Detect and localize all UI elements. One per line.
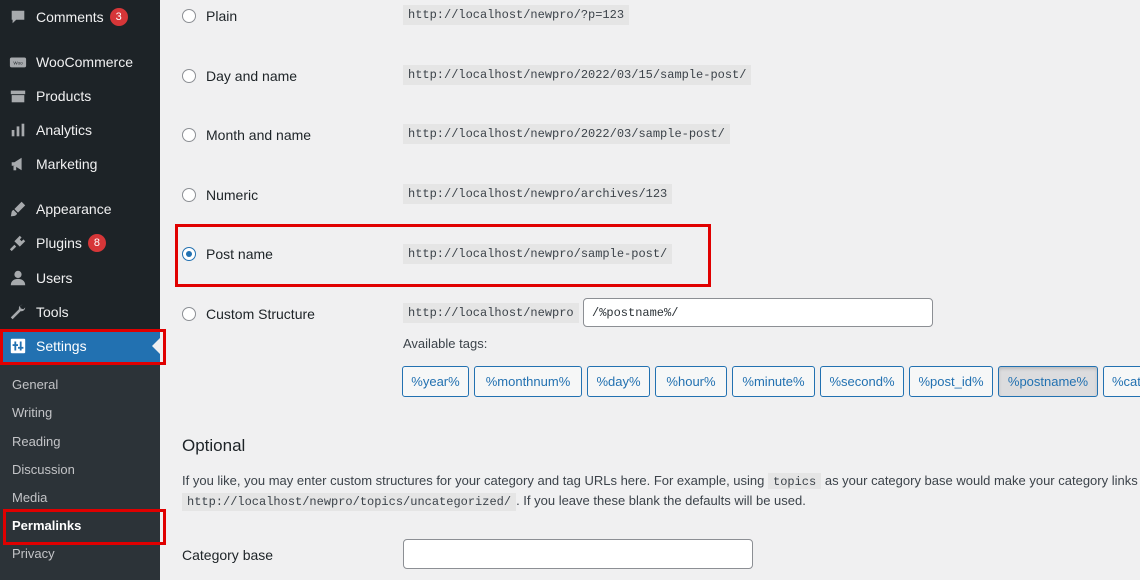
menu-settings[interactable]: Settings bbox=[0, 329, 160, 363]
menu-label: Marketing bbox=[36, 156, 98, 172]
settings-icon bbox=[8, 336, 28, 356]
available-tags-label: Available tags: bbox=[403, 336, 488, 351]
menu-products[interactable]: Products bbox=[0, 79, 160, 113]
description-text: . If you leave these blank the defaults … bbox=[516, 493, 806, 508]
plain-example-url: http://localhost/newpro/?p=123 bbox=[403, 5, 630, 25]
description-text: If you like, you may enter custom struct… bbox=[182, 473, 765, 488]
tag-hour-button[interactable]: %hour% bbox=[655, 366, 727, 397]
menu-analytics[interactable]: Analytics bbox=[0, 113, 160, 147]
menu-users[interactable]: Users bbox=[0, 261, 160, 295]
optional-section-title: Optional bbox=[182, 436, 246, 455]
option-day-and-name[interactable]: Day and name bbox=[182, 68, 297, 84]
option-label: Day and name bbox=[206, 68, 298, 84]
submenu-permalinks[interactable]: Permalinks bbox=[12, 518, 81, 533]
woo-icon: Woo bbox=[8, 52, 28, 72]
custom-structure-input[interactable]: /%postname%/ bbox=[583, 298, 933, 327]
megaphone-icon bbox=[8, 154, 28, 174]
option-custom-structure[interactable]: Custom Structure bbox=[182, 306, 315, 322]
tag-year-button[interactable]: %year% bbox=[402, 366, 469, 397]
radio-month-and-name[interactable] bbox=[182, 128, 196, 142]
numeric-example-url: http://localhost/newpro/archives/123 bbox=[403, 184, 673, 204]
category-base-input[interactable] bbox=[403, 539, 753, 569]
tag-category-button[interactable]: %cat bbox=[1103, 366, 1140, 397]
optional-description-line-2: http://localhost/newpro/topics/uncategor… bbox=[182, 493, 806, 511]
tag-postname-button[interactable]: %postname% bbox=[998, 366, 1098, 397]
menu-label: WooCommerce bbox=[36, 54, 133, 70]
topics-example-code: topics bbox=[768, 473, 822, 489]
description-text: as your category base would make your ca… bbox=[824, 473, 1140, 488]
submenu-media[interactable]: Media bbox=[12, 490, 47, 505]
option-label: Plain bbox=[206, 8, 238, 24]
tag-post-id-button[interactable]: %post_id% bbox=[909, 366, 993, 397]
menu-tools[interactable]: Tools bbox=[0, 295, 160, 329]
wrench-icon bbox=[8, 302, 28, 322]
menu-appearance[interactable]: Appearance bbox=[0, 192, 160, 226]
user-icon bbox=[8, 268, 28, 288]
submenu-reading[interactable]: Reading bbox=[12, 434, 60, 449]
tag-minute-button[interactable]: %minute% bbox=[732, 366, 815, 397]
category-example-url: http://localhost/newpro/topics/uncategor… bbox=[182, 493, 517, 511]
custom-structure-prefix: http://localhost/newpro bbox=[403, 303, 579, 323]
plug-icon bbox=[8, 233, 28, 253]
option-post-name[interactable]: Post name bbox=[182, 246, 273, 262]
menu-label: Plugins bbox=[36, 235, 82, 251]
radio-numeric[interactable] bbox=[182, 188, 196, 202]
active-menu-arrow bbox=[152, 338, 160, 354]
menu-marketing[interactable]: Marketing bbox=[0, 147, 160, 181]
menu-label: Settings bbox=[36, 338, 87, 354]
option-label: Post name bbox=[206, 246, 273, 262]
category-base-label: Category base bbox=[182, 547, 274, 563]
menu-plugins[interactable]: Plugins 8 bbox=[0, 226, 160, 260]
archive-icon bbox=[8, 86, 28, 106]
option-month-and-name[interactable]: Month and name bbox=[182, 127, 311, 143]
settings-submenu: General Writing Reading Discussion Media… bbox=[0, 364, 160, 580]
menu-label: Tools bbox=[36, 304, 69, 320]
post-name-example-url: http://localhost/newpro/sample-post/ bbox=[403, 244, 673, 264]
day-and-name-example-url: http://localhost/newpro/2022/03/15/sampl… bbox=[403, 65, 752, 85]
woo-icon-text: Woo bbox=[13, 61, 23, 66]
tag-monthnum-button[interactable]: %monthnum% bbox=[474, 366, 582, 397]
month-and-name-example-url: http://localhost/newpro/2022/03/sample-p… bbox=[403, 124, 730, 144]
comments-count-badge: 3 bbox=[109, 8, 128, 26]
radio-plain[interactable] bbox=[182, 9, 196, 23]
comment-icon bbox=[8, 7, 28, 27]
option-plain[interactable]: Plain bbox=[182, 8, 237, 24]
option-label: Custom Structure bbox=[206, 306, 315, 322]
radio-post-name[interactable] bbox=[182, 247, 196, 261]
submenu-general[interactable]: General bbox=[12, 377, 58, 392]
menu-label: Products bbox=[36, 88, 92, 104]
menu-label: Appearance bbox=[36, 201, 112, 217]
menu-label: Analytics bbox=[36, 122, 93, 138]
option-numeric[interactable]: Numeric bbox=[182, 187, 258, 203]
radio-day-and-name[interactable] bbox=[182, 69, 196, 83]
paintbrush-icon bbox=[8, 199, 28, 219]
admin-sidebar: Comments 3 Woo WooCommerce Products Anal… bbox=[0, 0, 160, 580]
radio-custom-structure[interactable] bbox=[182, 307, 196, 321]
submenu-discussion[interactable]: Discussion bbox=[12, 462, 75, 477]
tag-second-button[interactable]: %second% bbox=[820, 366, 904, 397]
bar-chart-icon bbox=[8, 120, 28, 140]
plugins-update-badge: 8 bbox=[87, 234, 106, 252]
menu-woocommerce[interactable]: Woo WooCommerce bbox=[0, 45, 160, 79]
menu-comments[interactable]: Comments 3 bbox=[0, 0, 160, 34]
submenu-writing[interactable]: Writing bbox=[12, 405, 52, 420]
menu-label: Users bbox=[36, 270, 73, 286]
option-label: Numeric bbox=[206, 187, 259, 203]
submenu-privacy[interactable]: Privacy bbox=[12, 546, 55, 561]
tag-day-button[interactable]: %day% bbox=[587, 366, 650, 397]
optional-description-line-1: If you like, you may enter custom struct… bbox=[182, 473, 1140, 489]
option-label: Month and name bbox=[206, 127, 312, 143]
menu-label: Comments bbox=[36, 9, 104, 25]
